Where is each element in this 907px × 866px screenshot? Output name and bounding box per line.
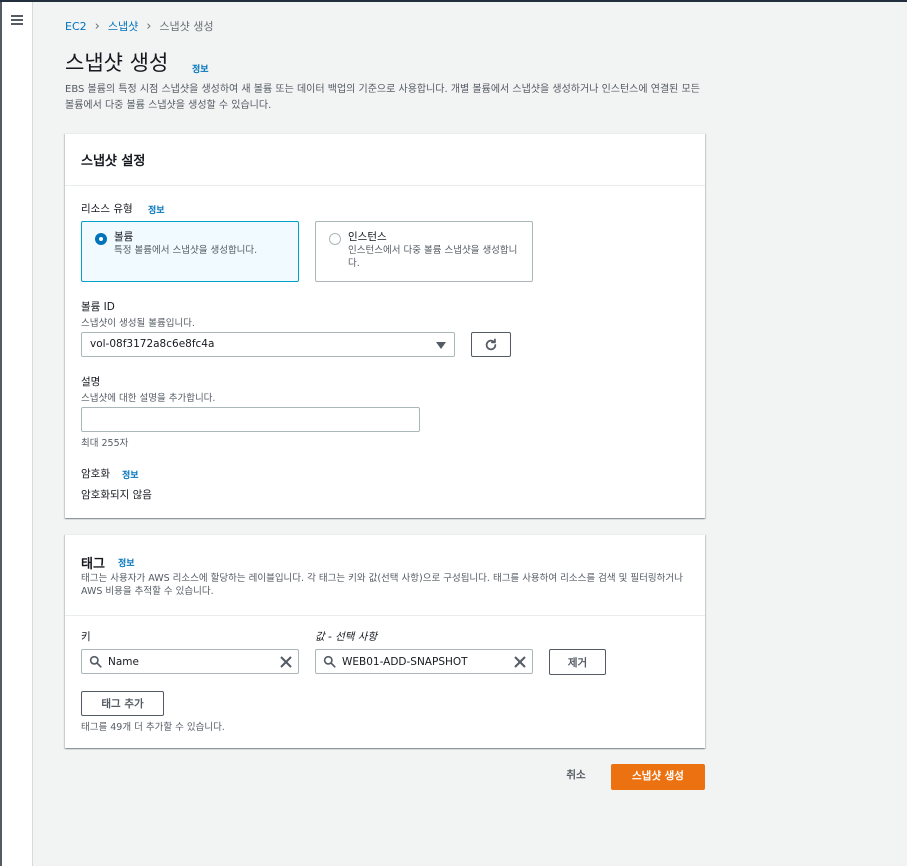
tags-panel: 태그 정보 태그는 사용자가 AWS 리소스에 할당하는 레이블입니다. 각 태… <box>65 534 705 748</box>
encryption-value: 암호화되지 않음 <box>81 489 152 501</box>
breadcrumb: EC2 › 스냅샷 › 스냅샷 생성 <box>65 18 214 34</box>
page-title: 스냅샷 생성 <box>65 51 169 75</box>
tags-info-link[interactable]: 정보 <box>118 556 135 569</box>
volume-id-value: vol-08f3172a8c6e8fc4a <box>90 338 215 350</box>
close-icon[interactable] <box>514 656 526 668</box>
page-description: EBS 볼륨의 특정 시점 스냅샷을 생성하여 새 볼륨 또는 데이터 백업의 … <box>65 84 700 111</box>
radio-button-instance[interactable] <box>329 233 341 245</box>
add-tag-button[interactable]: 태그 추가 <box>81 691 164 716</box>
resource-option-volume[interactable]: 볼륨 특정 볼륨에서 스냅샷을 생성합니다. <box>81 221 299 282</box>
volume-id-label: 볼륨 ID <box>81 301 115 313</box>
volume-id-select[interactable]: vol-08f3172a8c6e8fc4a <box>81 332 455 357</box>
snapshot-settings-panel: 스냅샷 설정 리소스 유형 정보 볼륨 특정 볼륨에서 스냅샷을 생성합니다. … <box>65 133 705 518</box>
description-label: 설명 <box>81 376 101 388</box>
chevron-right-icon: › <box>146 18 152 34</box>
hamburger-menu-icon[interactable] <box>11 15 23 25</box>
cancel-button[interactable]: 취소 <box>550 766 602 788</box>
breadcrumb-ec2[interactable]: EC2 <box>65 20 87 33</box>
resource-option-instance[interactable]: 인스턴스 인스턴스에서 다중 볼륨 스냅샷을 생성합니다. <box>315 221 533 282</box>
tag-key-input[interactable]: Name <box>81 649 299 674</box>
tag-key-value: Name <box>108 656 139 668</box>
tag-value-value: WEB01-ADD-SNAPSHOT <box>342 656 468 668</box>
resource-type-label: 리소스 유형 <box>81 203 133 215</box>
caret-down-icon <box>436 342 446 349</box>
chevron-right-icon: › <box>94 18 100 34</box>
side-navigation-rail <box>0 2 33 866</box>
resource-option-instance-desc: 인스턴스에서 다중 볼륨 스냅샷을 생성합니다. <box>348 245 518 269</box>
top-border <box>0 0 907 2</box>
tag-value-input[interactable]: WEB01-ADD-SNAPSHOT <box>315 649 533 674</box>
description-input[interactable] <box>81 407 420 432</box>
tags-description: 태그는 사용자가 AWS 리소스에 할당하는 레이블입니다. 각 태그는 키와 … <box>81 573 683 597</box>
create-snapshot-button[interactable]: 스냅샷 생성 <box>611 764 705 790</box>
description-hint: 최대 255자 <box>81 438 129 449</box>
search-icon <box>323 655 336 668</box>
encryption-label: 암호화 <box>81 468 110 480</box>
breadcrumb-snapshots[interactable]: 스냅샷 <box>108 18 138 34</box>
remove-tag-button[interactable]: 제거 <box>549 649 606 675</box>
tag-value-label: 값 - 선택 사항 <box>315 631 378 643</box>
encryption-info-link[interactable]: 정보 <box>122 468 139 481</box>
radio-button-volume[interactable] <box>95 233 107 245</box>
refresh-icon <box>485 337 497 350</box>
tag-key-label: 키 <box>81 631 91 643</box>
page-info-link[interactable]: 정보 <box>192 62 209 75</box>
tags-title: 태그 <box>81 557 105 572</box>
tags-header: 태그 정보 태그는 사용자가 AWS 리소스에 할당하는 레이블입니다. 각 태… <box>65 535 705 616</box>
volume-id-description: 스냅샷이 생성될 볼륨입니다. <box>81 318 195 329</box>
resource-option-volume-title: 볼륨 <box>114 231 134 243</box>
resource-option-instance-title: 인스턴스 <box>348 231 387 243</box>
breadcrumb-current: 스냅샷 생성 <box>159 20 214 33</box>
snapshot-settings-title: 스냅샷 설정 <box>81 154 146 169</box>
resource-option-volume-desc: 특정 볼륨에서 스냅샷을 생성합니다. <box>114 245 258 256</box>
search-icon <box>89 655 102 668</box>
refresh-button[interactable] <box>471 332 511 357</box>
resource-type-info-link[interactable]: 정보 <box>148 203 165 216</box>
description-field-description: 스냅샷에 대한 설명을 추가합니다. <box>81 393 216 404</box>
side-rail-edge <box>0 2 2 866</box>
snapshot-settings-header: 스냅샷 설정 <box>65 134 705 186</box>
close-icon[interactable] <box>280 656 292 668</box>
tags-remaining-hint: 태그를 49개 더 추가할 수 있습니다. <box>81 722 225 733</box>
